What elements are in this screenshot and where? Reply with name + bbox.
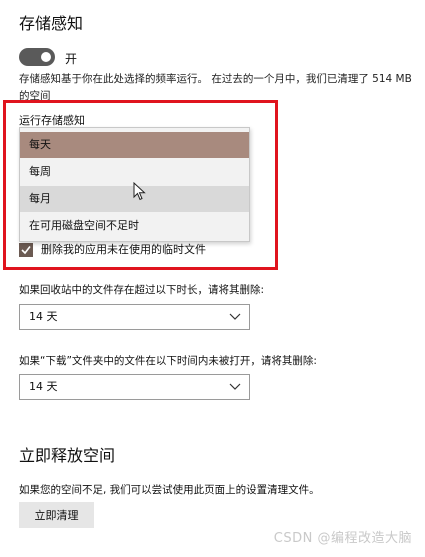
toggle-state-label: 开 <box>65 52 78 66</box>
recycle-bin-select[interactable]: 14 天 <box>19 304 250 330</box>
chevron-down-icon <box>229 383 241 390</box>
clean-now-button[interactable]: 立即清理 <box>19 502 94 528</box>
free-space-title: 立即释放空间 <box>19 446 116 465</box>
downloads-select-value: 14 天 <box>29 380 58 393</box>
highlight-box <box>3 100 278 270</box>
toggle-knob <box>41 52 51 62</box>
watermark: CSDN @编程改造大脑 <box>273 531 412 546</box>
storage-sense-toggle[interactable] <box>19 48 55 66</box>
storage-sense-title: 存储感知 <box>19 14 84 33</box>
recycle-bin-label: 如果回收站中的文件存在超过以下时长，请将其删除: <box>19 284 265 296</box>
chevron-down-icon <box>229 313 241 320</box>
downloads-label: 如果“下载”文件夹中的文件在以下时间内未被打开，请将其删除: <box>19 355 317 367</box>
downloads-select[interactable]: 14 天 <box>19 374 250 400</box>
recycle-bin-select-value: 14 天 <box>29 310 58 323</box>
free-space-description: 如果您的空间不足, 我们可以尝试使用此页面上的设置清理文件。 <box>19 484 320 496</box>
